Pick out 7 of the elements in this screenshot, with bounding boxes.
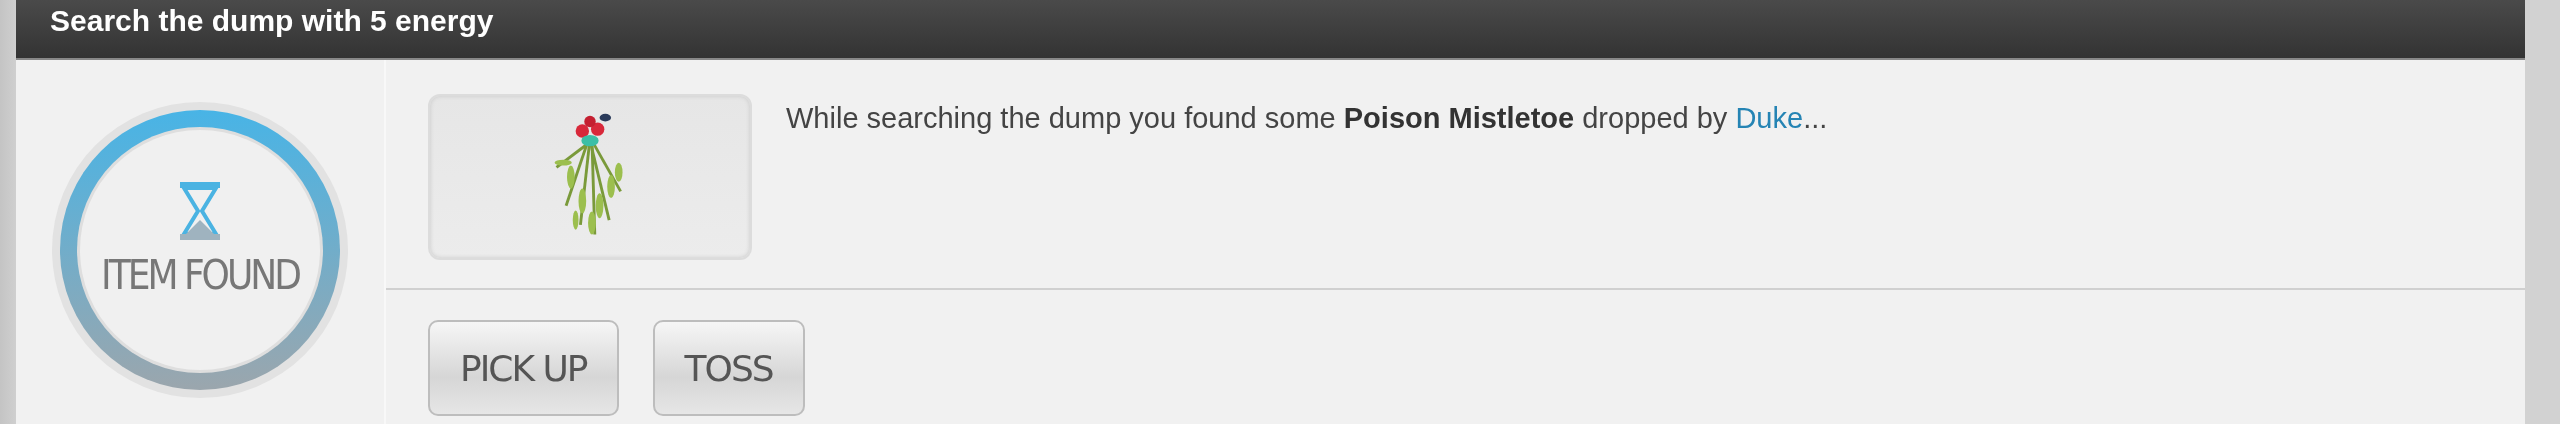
result-message: While searching the dump you found some Poison Mistletoe dropped by Duke...	[786, 101, 1828, 136]
header-title: Search the dump with 5 energy	[50, 4, 494, 38]
hourglass-icon	[180, 182, 220, 240]
action-button[interactable]: PICK UP	[428, 320, 619, 416]
action-button[interactable]: TOSS	[652, 320, 805, 416]
status-label: ITEM FOUND	[101, 252, 299, 298]
user-link[interactable]: Duke	[1735, 102, 1804, 134]
